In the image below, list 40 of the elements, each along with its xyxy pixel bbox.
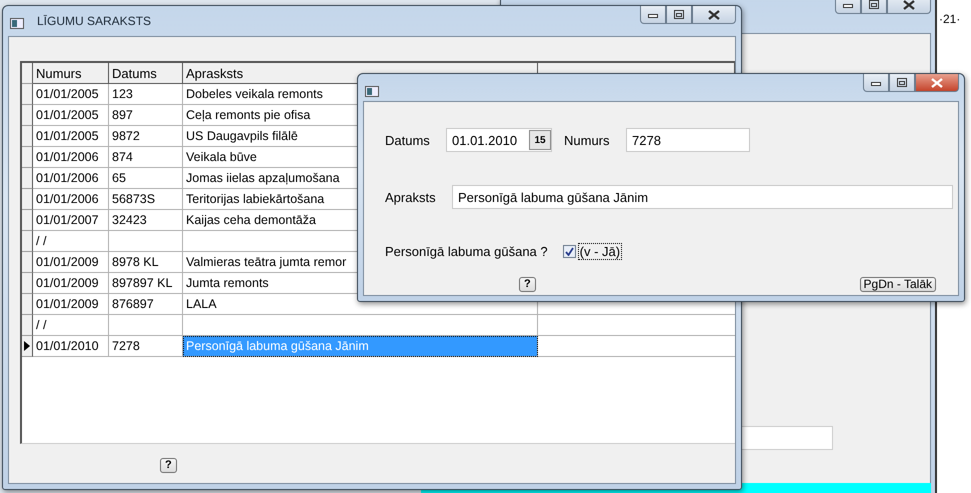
table-cell: / / (33, 315, 109, 336)
table-cell: 01/01/2009 (33, 252, 109, 273)
table-cell: 01/01/2009 (33, 294, 109, 315)
table-cell: 01/01/2005 (33, 84, 109, 105)
field-label: Datums (385, 132, 431, 148)
table-cell: 65 (109, 168, 183, 189)
table-cell: 9872 (109, 126, 183, 147)
table-cell: 8978 KL (109, 252, 183, 273)
checkbox-label[interactable]: (v - Jā) (578, 244, 622, 258)
table-cell: 897897 KL (109, 273, 183, 294)
calendar-button[interactable]: 15 (529, 130, 551, 150)
description-field[interactable]: Personīgā labuma gūšana Jānim (452, 185, 953, 209)
table-cell: 01/01/2005 (33, 105, 109, 126)
number-field[interactable]: 7278 (626, 128, 750, 152)
date-field[interactable]: 01.01.2010 15 (446, 128, 552, 152)
table-cell: 56873S (109, 189, 183, 210)
table-cell: 7278 (109, 336, 183, 357)
table-cell: 897 (109, 105, 183, 126)
table-cell: 123 (109, 84, 183, 105)
table-cell: 01/01/2010 (33, 336, 109, 357)
table-cell: 876897 (109, 294, 183, 315)
table-cell: / / (33, 231, 109, 252)
field-label: Numurs (564, 132, 611, 148)
column-header[interactable]: Numurs (33, 63, 109, 84)
table-cell: 01/01/2006 (33, 147, 109, 168)
column-header[interactable]: Datums (109, 63, 183, 84)
window-title: LĪGUMU SARAKSTS (37, 14, 152, 28)
table-cell: Personīgā labuma gūšana Jānim (183, 336, 538, 357)
table-cell: 32423 (109, 210, 183, 231)
table-cell: 01/01/2006 (33, 168, 109, 189)
ruler-text: ·21· (939, 12, 960, 26)
table-cell: 01/01/2007 (33, 210, 109, 231)
field-label: Apraksts (385, 190, 437, 204)
table-cell: 01/01/2006 (33, 189, 109, 210)
help-button[interactable]: ? (160, 458, 177, 472)
help-button[interactable]: ? (519, 276, 536, 292)
next-button[interactable]: PgDn - Talāk (860, 276, 936, 292)
table-cell: 01/01/2009 (33, 273, 109, 294)
table-cell: 01/01/2005 (33, 126, 109, 147)
table-cell: 874 (109, 147, 183, 168)
